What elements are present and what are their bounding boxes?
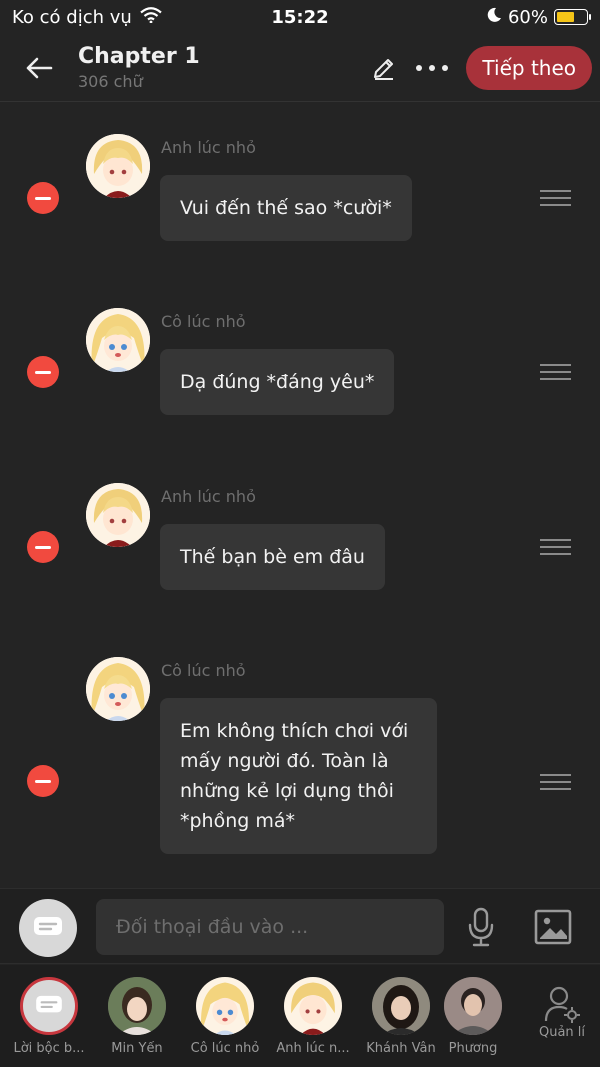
drag-handle-icon[interactable] <box>540 774 571 790</box>
chat-bubble-icon <box>36 995 62 1013</box>
status-bar: Ko có dịch vụ 15:22 60% <box>0 0 600 34</box>
avatar <box>86 308 150 372</box>
avatar <box>444 977 502 1035</box>
avatar <box>86 483 150 547</box>
speaker-name: Anh lúc nhỏ <box>161 487 256 506</box>
dialogue-list: Anh lúc nhỏ Vui đến thế sao *cười* Cô lú… <box>0 103 600 887</box>
drag-handle-icon[interactable] <box>540 190 571 206</box>
character-label: Anh lúc n... <box>276 1041 350 1056</box>
chapter-title: Chapter 1 <box>78 43 200 69</box>
list-item: Anh lúc nhỏ Thế bạn bè em đâu <box>0 483 600 633</box>
manage-label: Quản lí <box>538 1025 586 1040</box>
avatar <box>108 977 166 1035</box>
speaker-name: Anh lúc nhỏ <box>161 138 256 157</box>
narrator-toggle-button[interactable] <box>19 899 77 957</box>
more-horizontal-icon <box>416 64 449 71</box>
avatar <box>372 977 430 1035</box>
character-min-yen[interactable]: Min Yến <box>93 977 181 1056</box>
next-button[interactable]: Tiếp theo <box>466 45 592 90</box>
drag-handle-icon[interactable] <box>540 364 571 380</box>
moon-icon <box>486 7 502 28</box>
character-label: Lời bộc b... <box>13 1041 85 1056</box>
message-bubble[interactable]: Dạ đúng *đáng yêu* <box>160 349 395 415</box>
avatar <box>20 977 78 1035</box>
chat-bubble-icon <box>34 917 62 935</box>
list-item: Cô lúc nhỏ Em không thích chơi với mấy n… <box>0 657 600 872</box>
input-bar <box>0 888 600 964</box>
edit-button[interactable] <box>360 44 408 92</box>
avatar <box>284 977 342 1035</box>
editor-header: Chapter 1 306 chữ Tiếp theo <box>0 34 600 102</box>
remove-button[interactable] <box>27 356 59 388</box>
image-icon <box>534 909 572 945</box>
character-anh-luc-nho[interactable]: Anh lúc n... <box>269 977 357 1056</box>
character-label: Cô lúc nhỏ <box>190 1041 260 1056</box>
avatar <box>86 134 150 198</box>
remove-button[interactable] <box>27 531 59 563</box>
arrow-left-icon <box>26 57 53 78</box>
character-phuong[interactable]: Phương <box>436 977 510 1056</box>
word-count: 306 chữ <box>78 71 143 91</box>
character-label: Min Yến <box>111 1041 163 1056</box>
remove-button[interactable] <box>27 765 59 797</box>
manage-characters-button[interactable]: Quản lí <box>534 985 590 1040</box>
back-button[interactable] <box>0 34 78 102</box>
speaker-name: Cô lúc nhỏ <box>161 312 246 331</box>
microphone-icon <box>468 907 494 947</box>
character-khanh-van[interactable]: Khánh Vân <box>357 977 445 1056</box>
speaker-name: Cô lúc nhỏ <box>161 661 246 680</box>
message-bubble[interactable]: Em không thích chơi với mấy người đó. To… <box>160 698 437 854</box>
battery-percent: 60% <box>507 6 548 28</box>
battery-icon <box>554 9 591 25</box>
drag-handle-icon[interactable] <box>540 539 571 555</box>
remove-button[interactable] <box>27 182 59 214</box>
character-label: Phương <box>448 1041 498 1056</box>
carrier-label: Ko có dịch vụ <box>12 6 132 28</box>
more-button[interactable] <box>408 44 456 92</box>
list-item: Anh lúc nhỏ Vui đến thế sao *cười* <box>0 134 600 284</box>
character-bar: Lời bộc b... Min Yến Cô lúc nhỏ Anh lúc … <box>0 965 600 1067</box>
character-label: Khánh Vân <box>366 1041 436 1056</box>
mic-button[interactable] <box>458 903 504 951</box>
user-settings-icon <box>544 986 580 1023</box>
wifi-icon <box>140 6 162 28</box>
pencil-icon <box>374 58 394 80</box>
character-narrator[interactable]: Lời bộc b... <box>5 977 93 1056</box>
message-bubble[interactable]: Thế bạn bè em đâu <box>160 524 385 590</box>
avatar <box>196 977 254 1035</box>
dialogue-input[interactable] <box>96 899 444 955</box>
avatar <box>86 657 150 721</box>
image-button[interactable] <box>530 903 576 951</box>
message-bubble[interactable]: Vui đến thế sao *cười* <box>160 175 412 241</box>
character-co-luc-nho[interactable]: Cô lúc nhỏ <box>181 977 269 1056</box>
list-item: Cô lúc nhỏ Dạ đúng *đáng yêu* <box>0 308 600 458</box>
